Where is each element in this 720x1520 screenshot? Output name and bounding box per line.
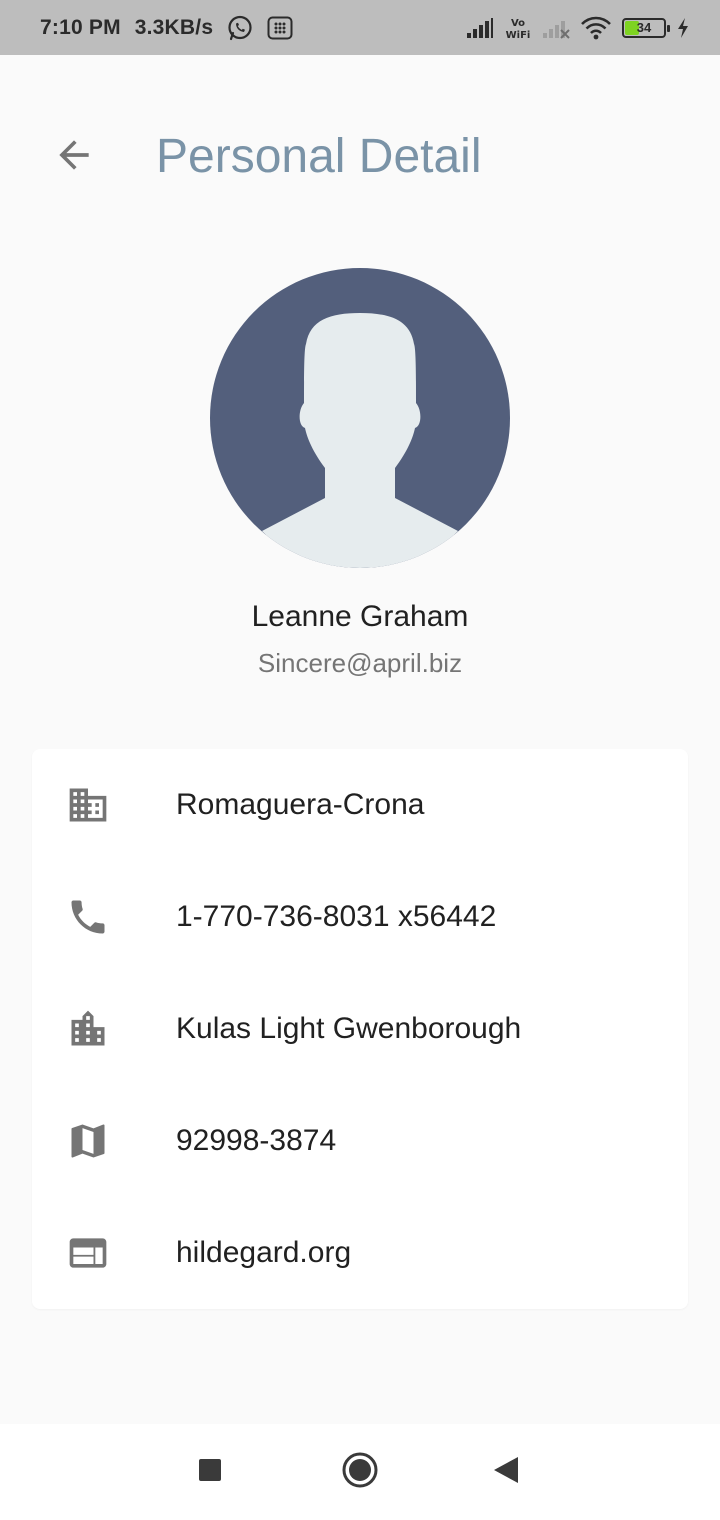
map-icon xyxy=(66,1119,110,1163)
web-icon xyxy=(66,1231,110,1275)
status-left: 7:10 PM 3.3KB/s xyxy=(40,15,293,41)
profile-name: Leanne Graham xyxy=(251,600,469,633)
details-card: Romaguera-Crona 1-770-736-8031 x56442 Ku… xyxy=(32,749,688,1309)
status-bar: 7:10 PM 3.3KB/s Vo WiFi 34 xyxy=(0,0,720,55)
screen: 7:10 PM 3.3KB/s Vo WiFi 34 Personal Deta… xyxy=(0,0,720,1520)
status-time: 7:10 PM xyxy=(40,15,121,39)
phone-icon xyxy=(66,895,110,939)
avatar xyxy=(210,268,510,568)
signal-icon xyxy=(466,17,494,39)
arrow-back-icon xyxy=(52,133,96,182)
location-city-icon xyxy=(66,1007,110,1051)
business-icon xyxy=(66,783,110,827)
svg-text:WiFi: WiFi xyxy=(506,30,531,41)
home-circle-icon xyxy=(341,1451,379,1494)
detail-address: Kulas Light Gwenborough xyxy=(176,1012,522,1045)
notification-icon xyxy=(267,16,293,40)
detail-website: hildegard.org xyxy=(176,1236,352,1269)
detail-row-zipcode: 92998-3874 xyxy=(32,1085,688,1197)
person-silhouette-icon xyxy=(210,268,510,568)
detail-zipcode: 92998-3874 xyxy=(176,1124,337,1157)
battery-level: 34 xyxy=(636,20,652,35)
svg-text:Vo: Vo xyxy=(511,18,525,29)
system-nav-bar xyxy=(0,1424,720,1520)
app-bar: Personal Detail xyxy=(0,55,720,255)
profile-email: Sincere@april.biz xyxy=(257,648,463,678)
back-button[interactable] xyxy=(40,125,108,189)
vowifi-icon: Vo WiFi xyxy=(504,15,532,41)
recents-button[interactable] xyxy=(186,1448,234,1496)
signal-off-icon xyxy=(542,17,570,39)
status-network-speed: 3.3KB/s xyxy=(134,15,214,39)
detail-row-website: hildegard.org xyxy=(32,1197,688,1309)
page-title: Personal Detail xyxy=(156,130,482,183)
detail-phone: 1-770-736-8031 x56442 xyxy=(176,900,497,933)
status-right: Vo WiFi 34 xyxy=(466,15,690,41)
detail-row-phone: 1-770-736-8031 x56442 xyxy=(32,861,688,973)
charging-icon xyxy=(676,17,690,39)
back-triangle-icon xyxy=(492,1455,520,1490)
detail-company: Romaguera-Crona xyxy=(176,788,425,821)
detail-row-company: Romaguera-Crona xyxy=(32,749,688,861)
back-nav-button[interactable] xyxy=(482,1448,530,1496)
detail-row-address: Kulas Light Gwenborough xyxy=(32,973,688,1085)
recents-square-icon xyxy=(197,1457,223,1488)
battery-icon: 34 xyxy=(622,17,670,38)
whatsapp-icon xyxy=(227,15,253,41)
wifi-icon xyxy=(580,16,612,40)
home-button[interactable] xyxy=(336,1448,384,1496)
